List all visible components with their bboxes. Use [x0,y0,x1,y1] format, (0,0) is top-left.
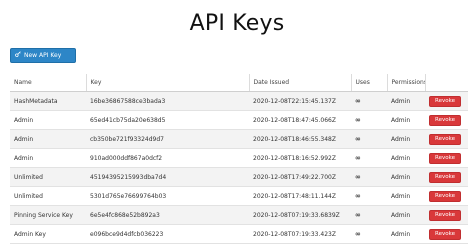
revoke-button[interactable]: Revoke [429,190,461,202]
header-key: Key [85,74,249,92]
date-issued: 2020-12-08T17:48:11.144Z [249,186,351,206]
date-issued: 2020-12-08T18:47:45.066Z [249,110,351,130]
permissions: Admin [387,91,425,111]
revoke-button[interactable]: Revoke [429,171,461,183]
table-row: Unlimited 45194395215993dba7d4 2020-12-0… [10,167,468,187]
action-cell: Revoke [425,148,468,168]
action-cell: Revoke [425,91,468,111]
key-name: Pinning Service Key [10,205,86,225]
action-cell: Revoke [425,224,468,244]
header-permissions: Permissions [386,74,425,92]
uses-count: ∞ [351,205,387,225]
key-value: 6e5e4fc868e52b892a3 [86,205,249,225]
date-issued: 2020-12-08T07:19:33.6839Z [249,205,351,225]
table-row: HashMetadata 16be36867588ce3bada3 2020-1… [10,91,468,111]
header-actions [424,74,468,92]
key-name: Admin [10,110,86,130]
date-issued: 2020-12-08T17:49:22.700Z [249,167,351,187]
action-cell: Revoke [425,167,468,187]
key-name: HashMetadata [10,91,86,111]
page-title: API Keys [189,11,285,36]
uses-count: ∞ [351,224,387,244]
uses-count: ∞ [351,167,387,187]
uses-count: ∞ [351,148,387,168]
action-cell: Revoke [425,129,468,149]
date-issued: 2020-12-08T18:46:55.348Z [249,129,351,149]
uses-count: ∞ [351,110,387,130]
date-issued: 2020-12-08T18:16:52.992Z [249,148,351,168]
key-value: e096bce9d4dfcb036223 [86,224,249,244]
revoke-button[interactable]: Revoke [429,228,461,240]
key-value: 5301d765e76699764b03 [86,186,249,206]
table-row: Pinning Service Key 6e5e4fc868e52b892a3 … [10,205,468,225]
table-row: Admin 910ad000ddf867a0dcf2 2020-12-08T18… [10,148,468,168]
permissions: Admin [387,186,425,206]
permissions: Admin [387,148,425,168]
key-name: Admin [10,129,86,149]
action-cell: Revoke [425,186,468,206]
header-name: Name [10,74,86,92]
key-value: 45194395215993dba7d4 [86,167,249,187]
key-name: Unlimited [10,186,86,206]
table-row: Unlimited 5301d765e76699764b03 2020-12-0… [10,186,468,206]
table-row: Admin Key e096bce9d4dfcb036223 2020-12-0… [10,224,468,244]
key-name: Admin [10,148,86,168]
permissions: Admin [387,110,425,130]
permissions: Admin [387,167,425,187]
new-api-key-label: New API Key [24,52,62,59]
new-api-key-button[interactable]: New API Key [10,48,76,63]
revoke-button[interactable]: Revoke [429,114,461,126]
header-date-issued: Date Issued [248,74,351,92]
table-row: Admin cb350be721f93324d9d7 2020-12-08T18… [10,129,468,149]
uses-count: ∞ [351,186,387,206]
key-value: 16be36867588ce3bada3 [86,91,249,111]
key-name: Unlimited [10,167,86,187]
revoke-button[interactable]: Revoke [429,95,461,107]
date-issued: 2020-12-08T22:15:45.137Z [249,91,351,111]
key-icon [15,49,21,62]
header-uses: Uses [350,74,387,92]
revoke-button[interactable]: Revoke [429,133,461,145]
uses-count: ∞ [351,129,387,149]
key-value: 65ed41cb75da20e638d5 [86,110,249,130]
key-name: Admin Key [10,224,86,244]
revoke-button[interactable]: Revoke [429,209,461,221]
permissions: Admin [387,205,425,225]
action-cell: Revoke [425,205,468,225]
table-header-row: Name Key Date Issued Uses Permissions [10,74,468,92]
revoke-button[interactable]: Revoke [429,152,461,164]
uses-count: ∞ [351,91,387,111]
key-value: 910ad000ddf867a0dcf2 [86,148,249,168]
permissions: Admin [387,129,425,149]
api-keys-table: Name Key Date Issued Uses Permissions Ha… [10,74,468,244]
table-row: Admin 65ed41cb75da20e638d5 2020-12-08T18… [10,110,468,130]
key-value: cb350be721f93324d9d7 [86,129,249,149]
date-issued: 2020-12-08T07:19:33.423Z [249,224,351,244]
permissions: Admin [387,224,425,244]
action-cell: Revoke [425,110,468,130]
